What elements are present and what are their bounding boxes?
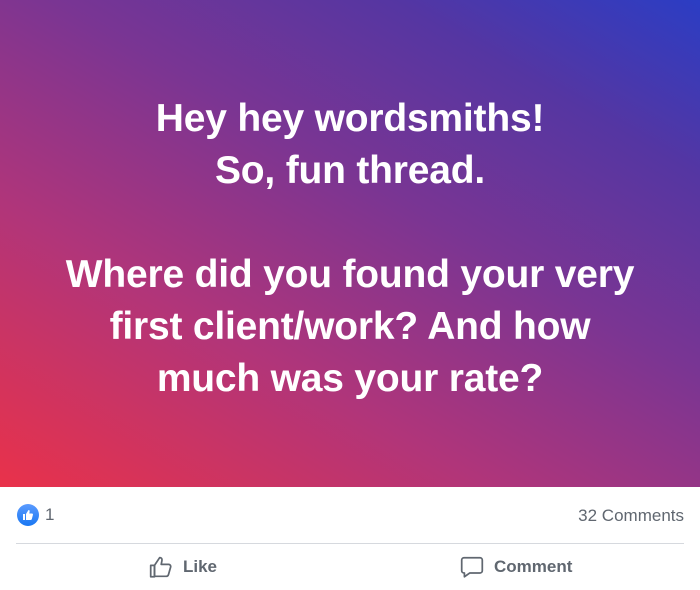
post-stats-bar: 1 32 Comments (0, 487, 700, 543)
thumbs-up-icon (17, 504, 39, 526)
post-actions-bar: Like Comment (0, 544, 700, 590)
post-text-line: So, fun thread. (214, 149, 485, 192)
post-text: Hey hey wordsmiths! So, fun thread. Wher… (30, 93, 670, 405)
comment-label: Comment (494, 557, 573, 576)
post-text-line: much was your rate? (156, 357, 544, 400)
speech-bubble-icon (459, 554, 485, 580)
thumbs-up-outline-icon (148, 554, 174, 580)
reaction-count: 1 (45, 505, 55, 524)
post-text-blank-line (30, 197, 670, 249)
facebook-post: Hey hey wordsmiths! So, fun thread. Wher… (0, 0, 700, 590)
like-button[interactable]: Like (148, 544, 217, 590)
reactions-summary[interactable]: 1 (17, 504, 54, 526)
comments-count-link[interactable]: 32 Comments (578, 506, 684, 526)
post-text-line: Where did you found your very (65, 253, 635, 296)
post-text-line: Hey hey wordsmiths! (155, 97, 545, 140)
like-label: Like (183, 557, 218, 576)
post-text-line: first client/work? And how (109, 305, 591, 348)
comment-button[interactable]: Comment (459, 544, 572, 590)
post-background-card: Hey hey wordsmiths! So, fun thread. Wher… (0, 0, 700, 487)
